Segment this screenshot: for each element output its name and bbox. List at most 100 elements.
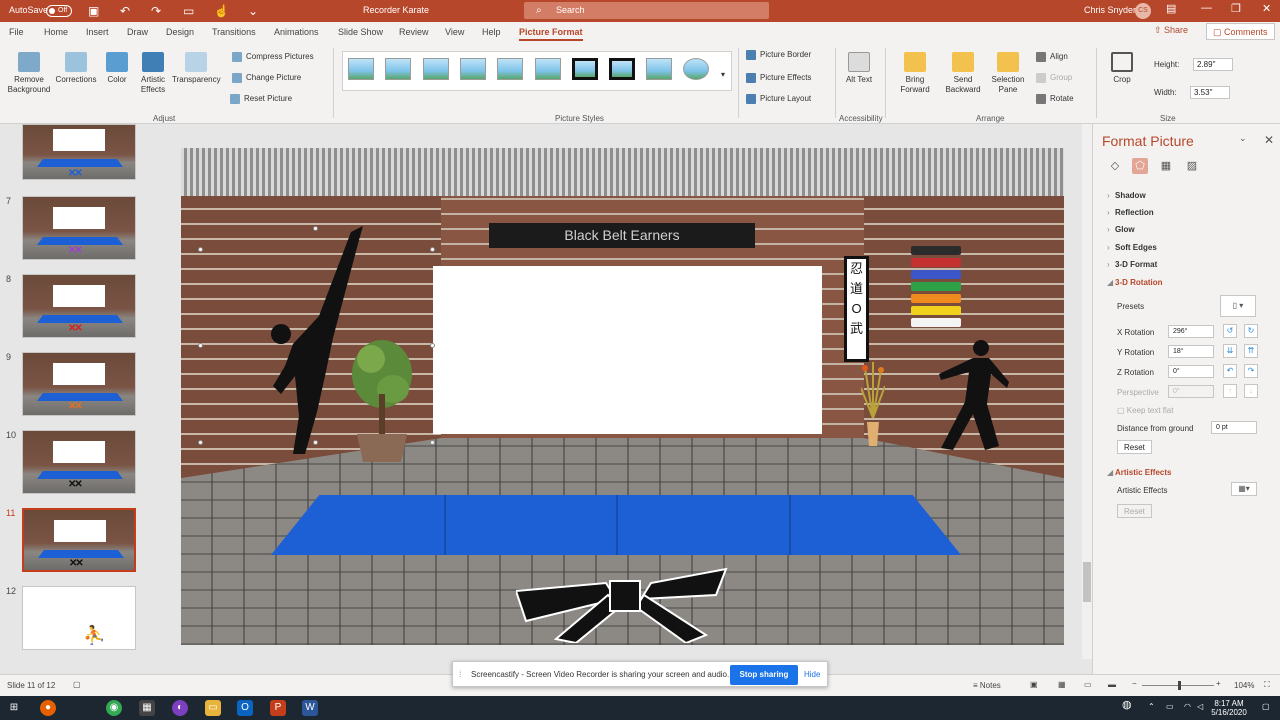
picture-border-button[interactable]: Picture Border <box>746 50 811 60</box>
remove-background-button[interactable]: Remove Background <box>6 52 52 95</box>
rotate-down-icon[interactable]: ⇊ <box>1223 344 1237 358</box>
picture-style-8[interactable] <box>609 58 635 80</box>
comments-button[interactable]: ▢ Comments <box>1206 23 1275 40</box>
wifi-icon[interactable]: ◠ <box>1184 702 1191 711</box>
resize-handle[interactable] <box>198 247 203 252</box>
vertical-scrollbar[interactable] <box>1082 124 1092 659</box>
close-icon[interactable]: ✕ <box>1262 2 1271 15</box>
zoom-level[interactable]: 104% <box>1234 681 1254 690</box>
normal-view-icon[interactable]: ▣ <box>1030 680 1038 689</box>
slide-thumbnail-10[interactable]: ✕✕ <box>22 430 136 494</box>
transparency-button[interactable]: Transparency <box>172 52 221 85</box>
size-properties-icon[interactable]: ▦ <box>1158 158 1174 174</box>
picture-style-6[interactable] <box>535 58 561 80</box>
tab-insert[interactable]: Insert <box>86 27 109 37</box>
volume-icon[interactable]: ◁ <box>1197 702 1203 711</box>
align-button[interactable]: Align <box>1036 52 1068 62</box>
distance-input[interactable]: 0 pt <box>1211 421 1257 434</box>
tab-slide-show[interactable]: Slide Show <box>338 27 383 37</box>
reset-picture-button[interactable]: Reset Picture <box>230 94 292 104</box>
picture-style-10[interactable] <box>683 58 709 80</box>
share-button[interactable]: ⇧ Share <box>1154 25 1188 36</box>
y-rotation-input[interactable]: 18° <box>1168 345 1214 358</box>
picture-style-9[interactable] <box>646 58 672 80</box>
rotate-ccw-icon[interactable]: ↶ <box>1223 364 1237 378</box>
hide-button[interactable]: Hide <box>804 670 820 679</box>
scrollbar-thumb[interactable] <box>1083 562 1091 602</box>
reset-artistic-button[interactable]: Reset <box>1117 504 1152 518</box>
powerpoint-icon[interactable]: P <box>270 700 286 716</box>
save-icon[interactable]: ▣ <box>88 4 99 18</box>
picture-placeholder[interactable] <box>433 266 822 434</box>
slide-thumbnail-9[interactable]: ✕✕ <box>22 352 136 416</box>
slide-thumbnail-7[interactable]: ✕✕ <box>22 196 136 260</box>
reset-button[interactable]: Reset <box>1117 440 1152 454</box>
color-button[interactable]: Color <box>103 52 131 85</box>
slide-thumbnail-6[interactable]: ✕✕ <box>22 124 136 180</box>
picture-style-5[interactable] <box>497 58 523 80</box>
calligraphy-scroll[interactable]: 忍 道 O 武 <box>844 256 869 362</box>
rotate-up-icon[interactable]: ⇈ <box>1244 344 1258 358</box>
battery-icon[interactable]: ▭ <box>1166 702 1174 711</box>
tab-animations[interactable]: Animations <box>274 27 319 37</box>
glow-section[interactable]: › Glow <box>1107 225 1135 234</box>
pane-options-icon[interactable]: ⌄ <box>1239 133 1247 144</box>
resize-handle[interactable] <box>198 440 203 445</box>
group-button[interactable]: Group <box>1036 73 1072 83</box>
z-rotation-input[interactable]: 0° <box>1168 365 1214 378</box>
search-box[interactable]: ⌕ Search <box>524 2 769 19</box>
outlook-icon[interactable]: O <box>237 700 253 716</box>
drag-handle-icon[interactable]: ⁞ <box>459 669 462 679</box>
slide-thumbnail-11[interactable]: ✕✕ <box>22 508 136 572</box>
corrections-button[interactable]: Corrections <box>54 52 98 85</box>
picture-layout-button[interactable]: Picture Layout <box>746 94 811 104</box>
perspective-up-icon[interactable]: ↑ <box>1223 384 1237 398</box>
black-belt-banner[interactable]: Black Belt Earners <box>489 223 755 248</box>
picture-style-7[interactable] <box>572 58 598 80</box>
picture-style-3[interactable] <box>423 58 449 80</box>
tab-view[interactable]: View <box>445 27 464 37</box>
soft-edges-section[interactable]: › Soft Edges <box>1107 243 1157 252</box>
zoom-in-icon[interactable]: + <box>1216 679 1221 688</box>
bring-forward-button[interactable]: Bring Forward <box>894 52 936 95</box>
reflection-section[interactable]: › Reflection <box>1107 208 1154 217</box>
artistic-effects-button[interactable]: Artistic Effects <box>136 52 170 95</box>
tab-home[interactable]: Home <box>44 27 68 37</box>
pane-close-icon[interactable]: ✕ <box>1264 133 1274 147</box>
belt-rack[interactable] <box>911 243 961 343</box>
word-icon[interactable]: W <box>302 700 318 716</box>
touch-mode-icon[interactable]: ☝ <box>214 4 229 18</box>
user-name[interactable]: Chris Snyder <box>1084 5 1136 15</box>
width-input[interactable]: 3.53" <box>1190 86 1230 99</box>
punching-silhouette[interactable] <box>929 338 1009 453</box>
effects-icon[interactable]: ⬠ <box>1132 158 1148 174</box>
tab-help[interactable]: Help <box>482 27 501 37</box>
ribbon-display-icon[interactable]: ▤ <box>1166 2 1176 15</box>
height-input[interactable]: 2.89" <box>1193 58 1233 71</box>
x-rotation-input[interactable]: 296° <box>1168 325 1214 338</box>
chrome-icon[interactable]: ◉ <box>106 700 122 716</box>
tab-draw[interactable]: Draw <box>127 27 148 37</box>
notifications-icon[interactable]: ▢ <box>1262 702 1270 711</box>
picture-icon[interactable]: ▨ <box>1184 158 1200 174</box>
rotate-cw-icon[interactable]: ↷ <box>1244 364 1258 378</box>
picture-style-2[interactable] <box>385 58 411 80</box>
fit-slide-icon[interactable]: ⛶ <box>1264 680 1270 690</box>
slide-thumbnail-12[interactable]: ⛹ <box>22 586 136 650</box>
presets-dropdown[interactable]: ▯ ▾ <box>1220 295 1256 317</box>
blue-mat[interactable] <box>271 495 961 555</box>
undo-icon[interactable]: ↶ <box>120 4 130 18</box>
picture-effects-button[interactable]: Picture Effects <box>746 73 811 83</box>
crop-button[interactable]: Crop <box>1108 52 1136 85</box>
3d-format-section[interactable]: › 3-D Format <box>1107 260 1157 269</box>
zoom-out-icon[interactable]: − <box>1132 679 1137 688</box>
rotate-right-icon[interactable]: ↻ <box>1244 324 1258 338</box>
customize-qat-icon[interactable]: ⌄ <box>248 4 258 18</box>
file-explorer-icon[interactable]: ▭ <box>205 700 221 716</box>
resize-handle[interactable] <box>313 440 318 445</box>
resize-handle[interactable] <box>198 343 203 348</box>
artistic-effects-dropdown[interactable]: ▦▾ <box>1231 482 1257 496</box>
perspective-input[interactable]: 0° <box>1168 385 1214 398</box>
rotate-button[interactable]: Rotate <box>1036 94 1074 104</box>
shadow-section[interactable]: › Shadow <box>1107 191 1146 200</box>
